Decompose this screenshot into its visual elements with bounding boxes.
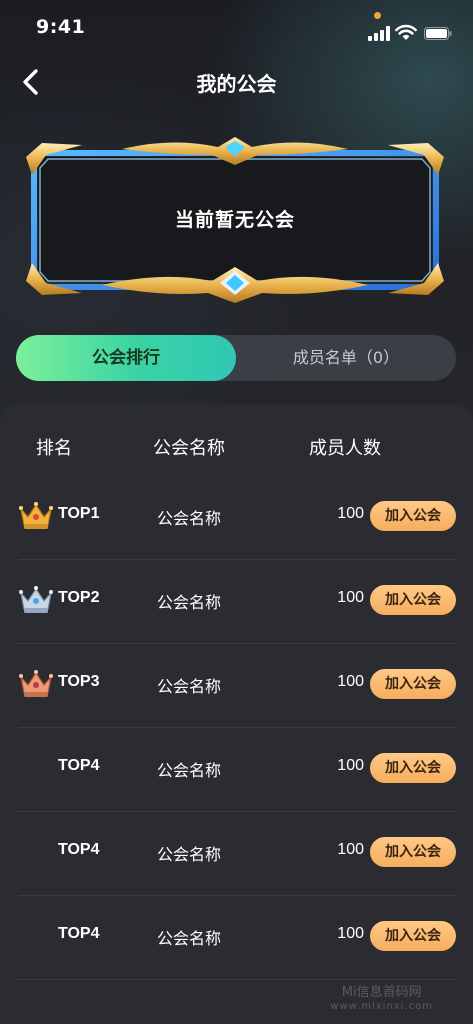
guild-name: 公会名称 xyxy=(157,761,222,780)
status-time: 9:41 xyxy=(36,16,86,38)
tab-bar: 公会排行 成员名单（0） xyxy=(16,335,456,381)
join-guild-button[interactable]: 加入公会 xyxy=(370,585,456,615)
header-rank: 排名 xyxy=(36,438,72,459)
guild-name: 公会名称 xyxy=(157,593,222,612)
page-title: 我的公会 xyxy=(196,72,277,96)
join-guild-button[interactable]: 加入公会 xyxy=(370,501,456,531)
rank-label: TOP1 xyxy=(58,505,100,522)
member-count: 100 xyxy=(337,505,364,522)
wifi-icon xyxy=(395,24,417,40)
guild-name: 公会名称 xyxy=(157,677,222,696)
guild-name: 公会名称 xyxy=(157,509,222,528)
table-row: TOP4 公会名称 100 加入公会 xyxy=(0,812,473,896)
tab-member-list[interactable]: 成员名单（0） xyxy=(236,335,456,381)
bronze-crown-icon xyxy=(19,670,53,697)
member-count: 100 xyxy=(337,925,364,942)
rank-label: TOP4 xyxy=(58,925,100,942)
rank-label: TOP3 xyxy=(58,673,100,690)
join-guild-button[interactable]: 加入公会 xyxy=(370,837,456,867)
header-guild-name: 公会名称 xyxy=(153,438,225,459)
status-bar: 9:41 xyxy=(0,0,473,52)
header-member-count: 成员人数 xyxy=(309,438,381,459)
silver-crown-icon xyxy=(19,586,53,613)
signal-icon xyxy=(368,26,390,41)
table-row: TOP4 公会名称 100 加入公会 xyxy=(0,728,473,812)
table-row: TOP4 公会名称 100 加入公会 xyxy=(0,896,473,980)
notification-dot xyxy=(374,12,381,19)
member-count: 100 xyxy=(337,589,364,606)
table-row: TOP1 公会名称 100 加入公会 xyxy=(0,476,473,560)
watermark-title: Mi信息首码网 xyxy=(341,985,422,1000)
join-guild-button[interactable]: 加入公会 xyxy=(370,669,456,699)
member-count: 100 xyxy=(337,841,364,858)
watermark-url: www.mixinxi.com xyxy=(330,1001,433,1012)
rank-label: TOP4 xyxy=(58,757,100,774)
guild-name: 公会名称 xyxy=(157,929,222,948)
watermark: Mi信息首码网 www.mixinxi.com xyxy=(330,986,433,1014)
member-count: 100 xyxy=(337,757,364,774)
rank-label: TOP4 xyxy=(58,841,100,858)
ranking-panel: 排名 公会名称 成员人数 TOP1 公会名称 100 加入公会 TOP2 公会名… xyxy=(0,404,473,1024)
guild-banner: 当前暂无公会 xyxy=(22,135,448,303)
rank-label: TOP2 xyxy=(58,589,100,606)
tab-guild-ranking[interactable]: 公会排行 xyxy=(16,335,236,381)
guild-name: 公会名称 xyxy=(157,845,222,864)
join-guild-button[interactable]: 加入公会 xyxy=(370,921,456,951)
table-row: TOP3 公会名称 100 加入公会 xyxy=(0,644,473,728)
join-guild-button[interactable]: 加入公会 xyxy=(370,753,456,783)
banner-text: 当前暂无公会 xyxy=(174,209,295,231)
gold-crown-icon xyxy=(19,502,53,529)
row-divider xyxy=(18,979,456,980)
table-row: TOP2 公会名称 100 加入公会 xyxy=(0,560,473,644)
battery-icon xyxy=(424,27,452,40)
member-count: 100 xyxy=(337,673,364,690)
